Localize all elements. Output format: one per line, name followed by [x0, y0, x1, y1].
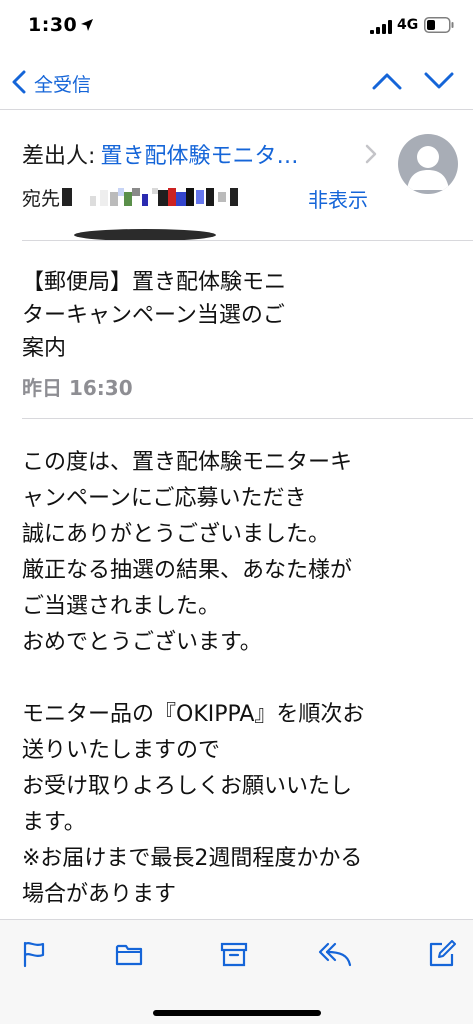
back-chevron-icon[interactable]	[12, 70, 26, 94]
subject-line: 案内	[22, 336, 67, 361]
back-button[interactable]: 全受信	[34, 70, 91, 97]
signal-icon	[370, 20, 392, 34]
body-line: ます。	[22, 810, 86, 835]
network-type: 4G	[397, 17, 419, 33]
divider	[22, 418, 473, 419]
body-line: 誠にありがとうございました。	[22, 522, 331, 547]
recipient-row[interactable]: 宛先	[22, 184, 238, 212]
status-bar: 1:30 4G	[0, 0, 473, 54]
folder-icon[interactable]	[115, 940, 143, 968]
mail-subject: 【郵便局】置き配体験モニ ターキャンペーン当選のご 案内	[22, 266, 382, 365]
body-line: 送りいたしますので	[22, 738, 221, 763]
chevron-up-icon[interactable]	[372, 72, 402, 90]
redacted-recipient	[62, 188, 238, 206]
person-icon	[407, 146, 449, 190]
sender-row[interactable]: 差出人: 置き配体験モニタ…	[22, 138, 392, 170]
body-line: ャンペーンにご応募いただき	[22, 486, 307, 511]
body-line: モニター品の『OKIPPA』を順次お	[22, 702, 365, 727]
body-line: お受け取りよろしくお願いいたし	[22, 774, 353, 799]
avatar[interactable]	[398, 134, 458, 194]
chevron-down-icon[interactable]	[424, 72, 454, 90]
mail-date: 昨日 16:30	[22, 376, 133, 400]
recipient-label: 宛先	[22, 188, 61, 210]
mail-body: この度は、置き配体験モニターキ ャンペーンにご応募いただき 誠にありがとうござい…	[22, 445, 462, 913]
location-arrow-icon	[81, 19, 93, 31]
sender-name[interactable]: 置き配体験モニタ…	[101, 144, 299, 169]
compose-icon[interactable]	[428, 940, 456, 968]
battery-icon	[424, 17, 454, 33]
mail-screen: 1:30 4G 全受信 差出人: 置き配体験モニタ… 宛先 非表示 【郵便局】置…	[0, 0, 473, 1024]
flag-icon[interactable]	[20, 940, 48, 968]
body-blank-line	[22, 661, 462, 697]
body-line: おめでとうございます。	[22, 630, 262, 655]
body-line: ※お届けまで最長2週間程度かかる	[22, 846, 363, 871]
hide-details-button[interactable]: 非表示	[308, 184, 368, 213]
body-line: この度は、置き配体験モニターキ	[22, 450, 353, 475]
divider	[22, 240, 473, 241]
sender-label: 差出人:	[22, 144, 96, 169]
home-indicator[interactable]	[153, 1010, 321, 1016]
subject-line: 【郵便局】置き配体験モニ	[22, 270, 287, 295]
nav-bar: 全受信	[0, 54, 473, 110]
body-line: 場合があります	[22, 882, 177, 907]
subject-line: ターキャンペーン当選のご	[22, 303, 285, 328]
chevron-right-icon[interactable]	[365, 144, 377, 164]
status-time: 1:30	[28, 14, 78, 36]
reply-icon[interactable]	[318, 940, 352, 968]
body-line: ご当選されました。	[22, 594, 221, 619]
body-line: 厳正なる抽選の結果、あなた様が	[22, 558, 353, 583]
archive-icon[interactable]	[220, 940, 248, 968]
bottom-toolbar	[0, 919, 473, 1024]
